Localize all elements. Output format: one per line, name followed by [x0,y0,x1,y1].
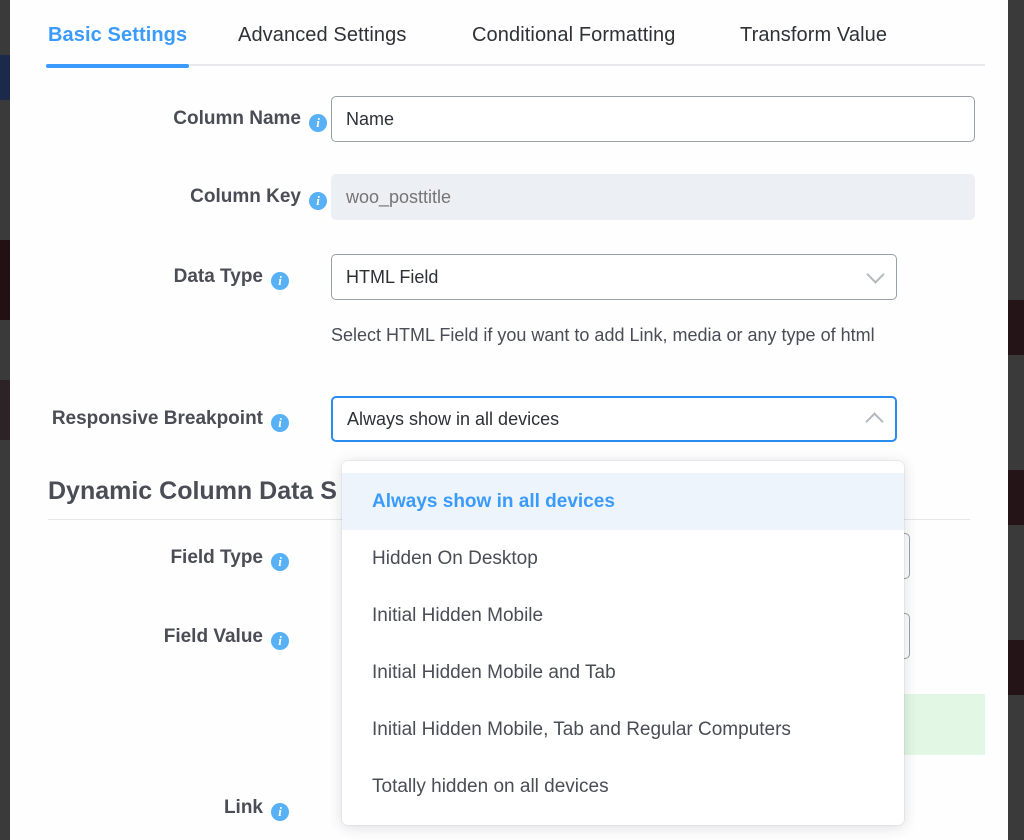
input-column-key[interactable] [331,174,975,220]
settings-tabbar: Basic Settings Advanced Settings Conditi… [10,0,1008,68]
label-field-value-text: Field Value [163,626,263,647]
tab-basic-settings[interactable]: Basic Settings [46,24,190,68]
label-data-type-text: Data Type [173,266,263,287]
tab-basic-settings-label: Basic Settings [48,24,188,46]
label-column-name: Column Name i [41,107,327,132]
info-icon-responsive-breakpoint[interactable]: i [271,414,289,432]
select-responsive-breakpoint-value: Always show in all devices [347,409,560,429]
label-field-type: Field Type i [10,546,289,571]
info-icon-data-type[interactable]: i [271,272,289,290]
label-data-type: Data Type i [10,265,289,290]
preview-green-block [897,694,985,755]
tab-transform-value-label: Transform Value [740,24,888,46]
label-column-key: Column Key i [41,185,327,210]
select-data-type[interactable]: HTML Field [331,254,897,300]
dropdown-option-always-show-in-all-devices[interactable]: Always show in all devices [342,473,904,530]
dropdown-responsive-breakpoint[interactable]: Always show in all devices Hidden On Des… [342,461,904,825]
tab-transform-value[interactable]: Transform Value [740,24,887,47]
page-backdrop-right [1008,0,1024,840]
input-column-name[interactable] [331,96,975,142]
info-icon-column-name[interactable]: i [309,114,327,132]
label-responsive-breakpoint-text: Responsive Breakpoint [51,408,263,429]
tab-conditional-formatting[interactable]: Conditional Formatting [472,24,675,47]
info-icon-column-key[interactable]: i [309,192,327,210]
label-responsive-breakpoint: Responsive Breakpoint i [10,407,289,432]
label-link-text: Link [223,797,263,818]
dropdown-option-initial-hidden-mobile-and-tab[interactable]: Initial Hidden Mobile and Tab [342,644,904,701]
tab-active-indicator [46,64,190,68]
label-column-name-text: Column Name [173,108,301,129]
dropdown-option-totally-hidden-on-all-devices[interactable]: Totally hidden on all devices [342,758,904,815]
select-data-type-value: HTML Field [346,267,439,287]
info-icon-field-type[interactable]: i [271,553,289,571]
tab-conditional-formatting-label: Conditional Formatting [472,24,676,46]
dropdown-option-initial-hidden-mobile[interactable]: Initial Hidden Mobile [342,587,904,644]
screenshot-root: Basic Settings Advanced Settings Conditi… [0,0,1024,840]
page-backdrop-left [0,0,10,840]
info-icon-link[interactable]: i [271,803,289,821]
helper-text-data-type: Select HTML Field if you want to add Lin… [331,325,875,345]
select-responsive-breakpoint[interactable]: Always show in all devices [331,396,897,442]
settings-modal-panel: Basic Settings Advanced Settings Conditi… [10,0,1008,840]
label-column-key-text: Column Key [190,186,301,207]
tab-advanced-settings[interactable]: Advanced Settings [238,24,406,47]
dropdown-option-initial-hidden-mobile-tab-and-regular-computers[interactable]: Initial Hidden Mobile, Tab and Regular C… [342,701,904,758]
chevron-down-icon [866,265,885,284]
label-link: Link i [10,796,289,821]
chevron-up-icon [865,412,884,431]
dropdown-option-hidden-on-desktop[interactable]: Hidden On Desktop [342,530,904,587]
section-heading-dynamic-column-data: Dynamic Column Data S [48,477,337,505]
label-field-value: Field Value i [10,625,289,650]
label-field-type-text: Field Type [170,547,263,568]
dropdown-caret [388,461,412,473]
tab-advanced-settings-label: Advanced Settings [238,24,407,46]
info-icon-field-value[interactable]: i [271,632,289,650]
